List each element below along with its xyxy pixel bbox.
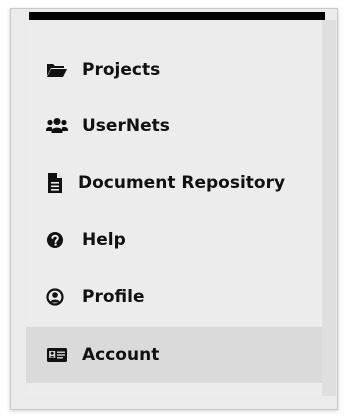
scrollbar-track[interactable] <box>322 20 336 396</box>
menu-item-document-repository[interactable]: Document Repository <box>26 155 322 211</box>
menu-item-label: Projects <box>82 60 161 80</box>
user-circle-icon <box>46 287 68 307</box>
folder-open-icon <box>46 60 68 80</box>
menu-item-account[interactable]: Account <box>26 327 322 383</box>
menu-item-usernets[interactable]: UserNets <box>26 98 322 154</box>
id-card-icon <box>46 345 68 365</box>
menu-item-help[interactable]: Help <box>26 212 322 268</box>
menu-item-projects[interactable]: Projects <box>26 42 322 98</box>
menu-item-profile[interactable]: Profile <box>26 269 322 325</box>
document-icon <box>46 173 68 193</box>
users-icon <box>46 116 68 136</box>
menu-item-label: Profile <box>82 287 145 307</box>
menu-item-label: Document Repository <box>78 173 286 193</box>
question-circle-icon <box>46 230 68 250</box>
menu-item-label: UserNets <box>82 116 170 136</box>
menu-item-label: Help <box>82 230 126 250</box>
menu-top-bar <box>29 12 325 20</box>
menu-item-label: Account <box>82 345 160 365</box>
